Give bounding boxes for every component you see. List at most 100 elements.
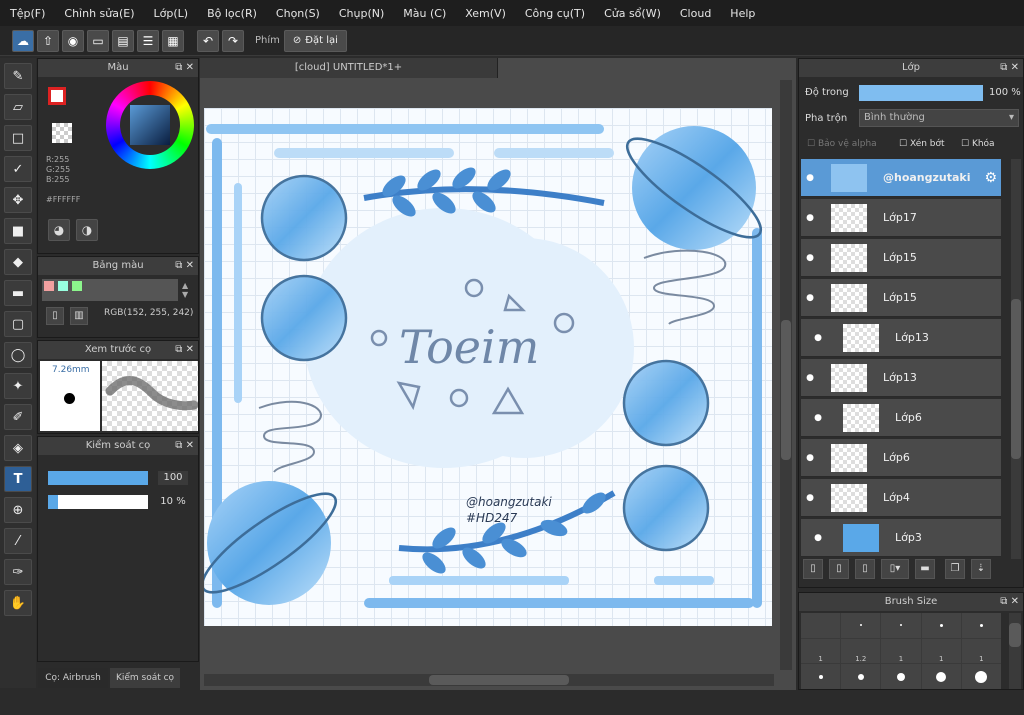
bottom-tab-control[interactable]: Kiểm soát cọ bbox=[110, 668, 180, 688]
delete-swatch-icon[interactable]: ▥ bbox=[70, 307, 88, 325]
palette-add-icon[interactable]: ◕ bbox=[48, 219, 70, 241]
eye-icon[interactable]: ● bbox=[809, 333, 827, 343]
close-icon[interactable]: ⧉ ✕ bbox=[175, 341, 194, 359]
grid-icon[interactable]: ▦ bbox=[162, 29, 184, 52]
new-layer-2-icon[interactable]: ▯ bbox=[829, 559, 849, 579]
eraser-icon[interactable]: ▱ bbox=[4, 94, 32, 120]
clip-checkbox[interactable]: ☐ Xén bớt bbox=[899, 139, 945, 149]
brush-size-cell[interactable] bbox=[881, 613, 921, 638]
brush-size-cell[interactable]: 1.2 bbox=[841, 638, 881, 664]
brush-size-cell[interactable]: 1 bbox=[921, 638, 961, 664]
blend-select[interactable]: Bình thường ▾ bbox=[859, 109, 1019, 127]
palette-edit-icon[interactable]: ◑ bbox=[76, 219, 98, 241]
palette-scroll-icon[interactable]: ▲ ▼ bbox=[182, 281, 188, 299]
duplicate-icon[interactable]: ❐ bbox=[945, 559, 965, 579]
menu-cloud[interactable]: Cloud bbox=[680, 7, 711, 20]
menu-capture[interactable]: Chụp(N) bbox=[339, 7, 384, 20]
color-wheel[interactable] bbox=[106, 81, 194, 169]
lock-checkbox[interactable]: ☐ Khóa bbox=[961, 139, 995, 149]
redo-icon[interactable]: ↷ bbox=[222, 29, 244, 52]
brush-icon[interactable]: ✎ bbox=[4, 63, 32, 89]
new-swatch-icon[interactable]: ▯ bbox=[46, 307, 64, 325]
magic-wand-icon[interactable]: ✦ bbox=[4, 373, 32, 399]
density-value[interactable]: 10 % bbox=[158, 495, 188, 509]
select-pen-icon[interactable]: ✐ bbox=[4, 404, 32, 430]
list-icon[interactable]: ☰ bbox=[137, 29, 159, 52]
menu-window[interactable]: Cửa sổ(W) bbox=[604, 7, 661, 20]
check-icon[interactable]: ✓ bbox=[4, 156, 32, 182]
vertical-scrollbar[interactable] bbox=[780, 80, 792, 670]
menu-view[interactable]: Xem(V) bbox=[465, 7, 506, 20]
brush-size-cell[interactable] bbox=[961, 613, 1001, 638]
menu-color[interactable]: Màu (C) bbox=[403, 7, 446, 20]
layer-item[interactable]: ● Lớp4 bbox=[801, 479, 1001, 517]
close-icon[interactable]: ⧉ ✕ bbox=[175, 437, 194, 455]
hand-icon[interactable]: ✋ bbox=[4, 590, 32, 616]
layer-item[interactable]: ● Lớp6 bbox=[801, 399, 1001, 437]
eye-icon[interactable]: ● bbox=[801, 173, 819, 183]
primary-color-swatch[interactable] bbox=[48, 87, 66, 105]
close-icon[interactable]: ⧉ ✕ bbox=[175, 59, 194, 77]
brush-size-cell[interactable] bbox=[841, 664, 881, 689]
lasso-icon[interactable]: ◯ bbox=[4, 342, 32, 368]
secondary-color-swatch[interactable] bbox=[52, 123, 72, 143]
layer-item[interactable]: ● Lớp6 bbox=[801, 439, 1001, 477]
brush-size-cell[interactable]: 1 bbox=[881, 638, 921, 664]
divide-icon[interactable]: ⊕ bbox=[4, 497, 32, 523]
palette-swatch[interactable] bbox=[44, 281, 54, 291]
eye-icon[interactable]: ● bbox=[801, 373, 819, 383]
palette-swatch[interactable] bbox=[58, 281, 68, 291]
new-layer-icon[interactable]: ▯ bbox=[803, 559, 823, 579]
canvas-paper[interactable]: Toeim @hoangzutaki #HD247 bbox=[204, 108, 772, 626]
brush-size-cell[interactable] bbox=[921, 613, 961, 638]
folder-icon[interactable]: ▬ bbox=[915, 559, 935, 579]
menu-select[interactable]: Chọn(S) bbox=[276, 7, 320, 20]
menu-edit[interactable]: Chỉnh sửa(E) bbox=[64, 7, 134, 20]
select-icon[interactable]: ▢ bbox=[4, 311, 32, 337]
layer-item[interactable]: ● @hoangzutaki ⚙ bbox=[801, 159, 1001, 197]
window-icon[interactable]: ▭ bbox=[87, 29, 109, 52]
brush-size-cell[interactable] bbox=[881, 664, 921, 689]
new-layer-3-icon[interactable]: ▯ bbox=[855, 559, 875, 579]
layer-item[interactable]: ● Lớp15 bbox=[801, 239, 1001, 277]
eye-icon[interactable]: ● bbox=[801, 493, 819, 503]
fill-rect-icon[interactable]: ■ bbox=[4, 218, 32, 244]
menu-help[interactable]: Help bbox=[730, 7, 755, 20]
brush-size-scrollbar[interactable] bbox=[1009, 613, 1021, 689]
close-icon[interactable]: ⧉ ✕ bbox=[175, 257, 194, 275]
brush-size-cell[interactable] bbox=[801, 664, 841, 689]
palette-swatch[interactable] bbox=[72, 281, 82, 291]
close-icon[interactable]: ⧉ ✕ bbox=[1000, 593, 1019, 611]
gradient-icon[interactable]: ▬ bbox=[4, 280, 32, 306]
layer-item[interactable]: ● Lớp3 bbox=[801, 519, 1001, 557]
chat-icon[interactable]: ◉ bbox=[62, 29, 84, 52]
eye-icon[interactable]: ● bbox=[809, 413, 827, 423]
eye-icon[interactable]: ● bbox=[801, 253, 819, 263]
menu-tools[interactable]: Công cụ(T) bbox=[525, 7, 585, 20]
bucket-icon[interactable]: ◆ bbox=[4, 249, 32, 275]
reset-button[interactable]: ⊘ Đặt lại bbox=[283, 29, 347, 52]
upload-icon[interactable]: ⇧ bbox=[37, 29, 59, 52]
menu-file[interactable]: Tệp(F) bbox=[10, 7, 45, 20]
menu-filter[interactable]: Bộ lọc(R) bbox=[207, 7, 257, 20]
pen-icon[interactable]: ✑ bbox=[4, 559, 32, 585]
density-slider[interactable] bbox=[48, 495, 148, 509]
cloud-icon[interactable]: ☁ bbox=[12, 29, 34, 52]
eye-icon[interactable]: ● bbox=[801, 293, 819, 303]
brush-size-cell[interactable] bbox=[801, 613, 841, 638]
brush-size-cell[interactable] bbox=[921, 664, 961, 689]
bottom-tab-brush[interactable]: Cọ: Airbrush bbox=[38, 668, 108, 688]
size-value[interactable]: 100 bbox=[158, 471, 188, 485]
close-icon[interactable]: ⧉ ✕ bbox=[1000, 59, 1019, 77]
panel-icon[interactable]: ▤ bbox=[112, 29, 134, 52]
layer-item[interactable]: ● Lớp13 bbox=[801, 319, 1001, 357]
layer-item[interactable]: ● Lớp13 bbox=[801, 359, 1001, 397]
layer-item[interactable]: ● Lớp15 bbox=[801, 279, 1001, 317]
rect-select-icon[interactable]: □ bbox=[4, 125, 32, 151]
eye-icon[interactable]: ● bbox=[801, 213, 819, 223]
layer-scrollbar[interactable] bbox=[1011, 159, 1021, 559]
eyedropper-icon[interactable]: ⁄ bbox=[4, 528, 32, 554]
brush-size-cell[interactable] bbox=[961, 664, 1001, 689]
horizontal-scrollbar[interactable] bbox=[204, 674, 774, 686]
brush-size-cell[interactable] bbox=[841, 613, 881, 638]
